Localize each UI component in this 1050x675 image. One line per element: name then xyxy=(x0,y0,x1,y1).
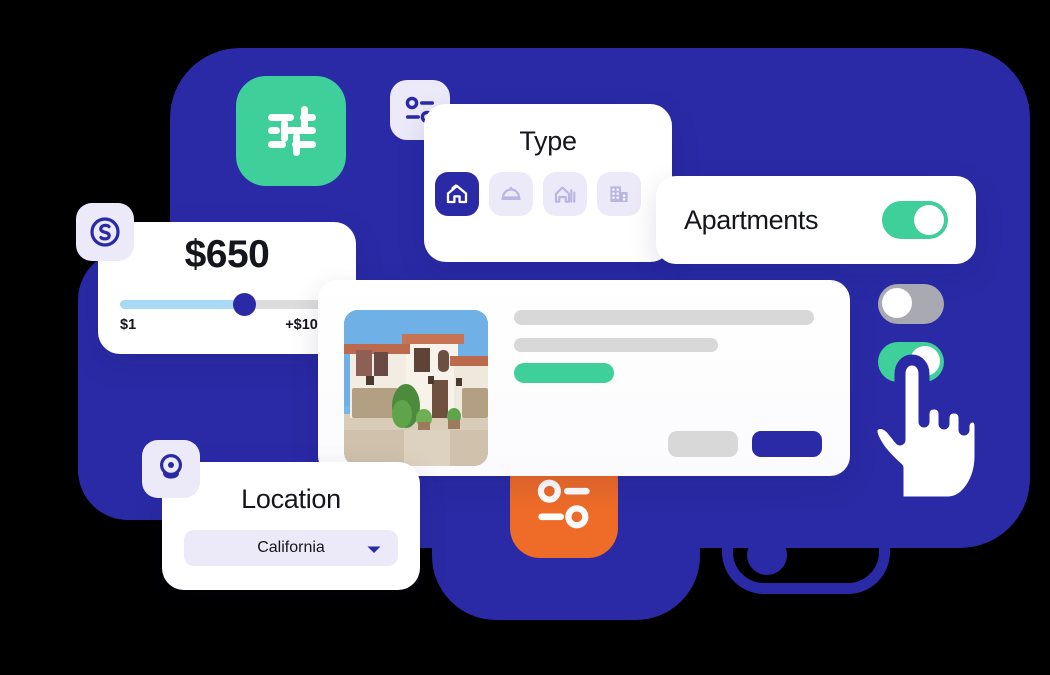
type-option-house-lines[interactable] xyxy=(543,172,587,216)
skeleton-title-line xyxy=(514,310,814,325)
price-slider-fill xyxy=(120,300,245,309)
filter-icon-glyph xyxy=(537,479,590,529)
location-pin-icon xyxy=(142,440,200,498)
type-option-building[interactable] xyxy=(597,172,641,216)
type-card: Type xyxy=(424,104,672,262)
apartments-label: Apartments xyxy=(684,204,819,235)
price-min-label: $1 xyxy=(120,317,137,333)
location-card-title: Location xyxy=(241,484,341,514)
dollar-circle-icon-glyph xyxy=(90,217,120,247)
location-select-value: California xyxy=(257,539,325,556)
property-photo xyxy=(344,310,488,466)
sliders-icon-glyph xyxy=(268,106,316,156)
price-slider-knob[interactable] xyxy=(233,293,257,316)
type-option-dome[interactable] xyxy=(489,172,533,216)
listing-primary-button[interactable] xyxy=(752,431,822,457)
price-value: $650 xyxy=(184,233,270,276)
type-option-group xyxy=(435,172,641,216)
dome-cloche-icon xyxy=(501,187,521,200)
toggle-knob xyxy=(914,205,944,235)
pointing-hand-cursor xyxy=(866,354,978,502)
office-building-icon xyxy=(610,186,628,202)
toggle-knob xyxy=(882,288,912,318)
property-listing-card xyxy=(318,280,850,476)
dollar-circle-icon xyxy=(76,203,134,261)
location-pin-icon-glyph xyxy=(160,454,182,479)
toggle-gray[interactable] xyxy=(878,284,944,324)
type-card-title: Type xyxy=(519,126,577,156)
price-slider-track[interactable] xyxy=(120,293,334,316)
outline-toggle-knob xyxy=(747,535,787,575)
house-photo-illustration xyxy=(344,310,488,466)
sliders-icon[interactable] xyxy=(236,76,346,186)
house-icon xyxy=(446,184,468,204)
outline-toggle[interactable] xyxy=(722,510,890,594)
type-option-house[interactable] xyxy=(435,172,479,216)
illustration-canvas: Type Apartments $650 $1 +$1000 Location … xyxy=(0,0,1050,675)
chevron-down-icon xyxy=(367,546,381,553)
listing-secondary-button[interactable] xyxy=(668,431,738,457)
house-lines-icon xyxy=(554,186,576,203)
listing-tag-badge xyxy=(514,363,614,383)
apartments-card: Apartments xyxy=(656,176,976,264)
skeleton-subtitle-line xyxy=(514,338,718,352)
apartments-toggle[interactable] xyxy=(882,201,948,239)
location-card: Location California xyxy=(162,462,420,590)
location-select[interactable]: California xyxy=(184,530,398,566)
